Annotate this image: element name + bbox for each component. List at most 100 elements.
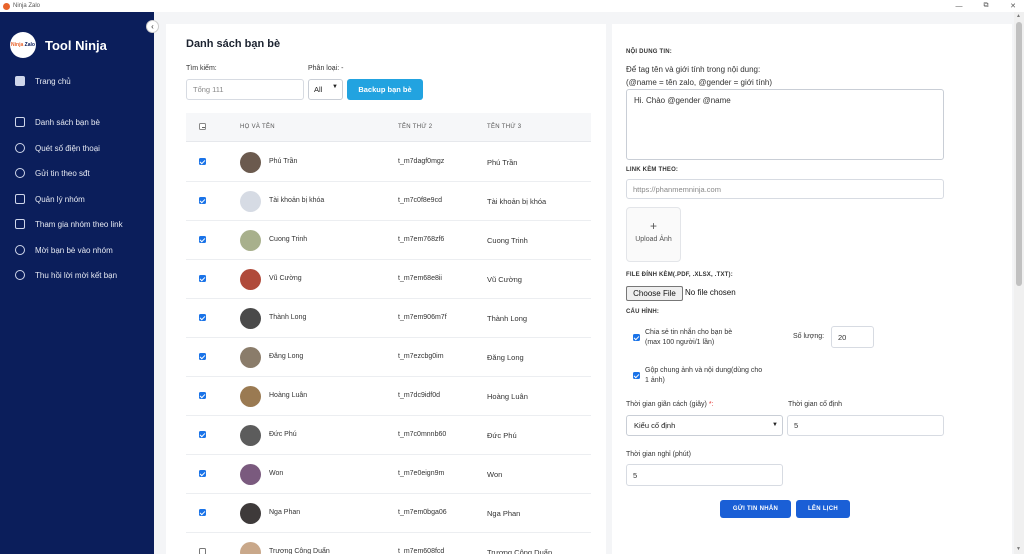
friend-name: Vũ Cường	[269, 275, 302, 282]
collapse-sidebar-button[interactable]: ‹	[146, 20, 159, 33]
friend-name3: Phú Trần	[487, 158, 518, 167]
row-checkbox[interactable]	[199, 431, 206, 438]
avatar	[240, 269, 261, 290]
page-title: Danh sách bạn bè	[186, 38, 281, 50]
interval-type-select[interactable]: Kiểu cố định ▼	[626, 415, 783, 436]
plus-icon: +	[649, 219, 657, 233]
friend-name2: t_m7em68e8ii	[398, 275, 442, 282]
row-checkbox[interactable]	[199, 275, 206, 282]
table-row[interactable]: Đăng Long t_m7ezcbg0im Đăng Long	[186, 338, 591, 377]
nav-label: Quét số điện thoại	[35, 143, 100, 153]
scroll-down-icon[interactable]: ▼	[1016, 546, 1021, 552]
table-row[interactable]: Hoàng Luân t_m7dc9idf0d Hoàng Luân	[186, 377, 591, 416]
backup-friends-button[interactable]: Backup bạn bè	[347, 79, 423, 100]
table-row[interactable]: Won t_m7e0eign9m Won	[186, 455, 591, 494]
avatar	[240, 191, 261, 212]
link-label: LINK KÈM THEO:	[626, 167, 679, 173]
table-row[interactable]: Cuong Trinh t_m7em768zf6 Cuong Trinh	[186, 221, 591, 260]
row-checkbox[interactable]	[199, 392, 206, 399]
table-row[interactable]: Thành Long t_m7em906m7f Thành Long	[186, 299, 591, 338]
nav-item-revoke-invites[interactable]: Thu hồi lời mời kết bạn	[15, 270, 117, 280]
row-checkbox[interactable]	[199, 470, 206, 477]
friend-name2: t_m7c0f8e9cd	[398, 197, 442, 204]
avatar	[240, 386, 261, 407]
avatar	[240, 230, 261, 251]
row-checkbox[interactable]	[199, 314, 206, 321]
table-header: HỌ VÀ TÊN TÊN THỨ 2 TÊN THỨ 3	[186, 113, 591, 142]
nav-item-join-group[interactable]: Tham gia nhóm theo link	[15, 219, 123, 229]
scroll-up-icon[interactable]: ▲	[1016, 13, 1021, 19]
fixed-time-label: Thời gian cố định	[788, 401, 843, 408]
nav-item-groups[interactable]: Quản lý nhóm	[15, 194, 85, 204]
table-row[interactable]: Trương Công Duẩn t_m7em608fcd Trương Công …	[186, 533, 591, 554]
page-scrollbar[interactable]: ▲ ▼	[1014, 12, 1024, 554]
friend-name2: t_m7dc9idf0d	[398, 392, 441, 399]
filter-select[interactable]: All ▼	[308, 79, 343, 100]
friend-name: Tài khoản bị khóa	[269, 197, 325, 204]
nav-item-home[interactable]: Trang chủ	[15, 76, 71, 86]
friend-name2: t_m7em906m7f	[398, 314, 447, 321]
merge-checkbox[interactable]	[633, 372, 640, 379]
friend-name2: t_m7em768zf6	[398, 236, 445, 243]
search-icon	[15, 143, 25, 153]
upload-image-button[interactable]: + Upload Ảnh	[626, 207, 681, 262]
share-checkbox[interactable]	[633, 334, 640, 341]
avatar	[240, 347, 261, 368]
file-status: No file chosen	[685, 288, 736, 297]
row-checkbox[interactable]	[199, 158, 206, 165]
chevron-down-icon: ▼	[772, 422, 778, 428]
window-titlebar: Ninja Zalo	[0, 0, 1024, 12]
avatar	[240, 152, 261, 173]
fixed-time-input[interactable]: 5	[787, 415, 944, 436]
row-checkbox[interactable]	[199, 548, 206, 554]
trend-icon	[15, 194, 25, 204]
quantity-input[interactable]: 20	[831, 326, 874, 348]
rest-time-input[interactable]: 5	[626, 464, 783, 486]
sidebar: Ninja Zalo Tool Ninja	[0, 12, 154, 554]
nav-item-invite-friends[interactable]: Mời bạn bè vào nhóm	[15, 245, 113, 255]
row-checkbox[interactable]	[199, 509, 206, 516]
scrollbar-thumb[interactable]	[1016, 22, 1022, 286]
search-input[interactable]: Tổng 111	[186, 79, 304, 100]
column-header[interactable]: TÊN THỨ 3	[487, 124, 521, 130]
table-row[interactable]: Tài khoản bị khóa t_m7c0f8e9cd Tài khoản b…	[186, 182, 591, 221]
column-header[interactable]: TÊN THỨ 2	[398, 124, 432, 130]
table-row[interactable]: Đức Phú t_m7c0mnnb60 Đức Phú	[186, 416, 591, 455]
nav-item-scan-phone[interactable]: Quét số điện thoại	[15, 143, 100, 153]
schedule-button[interactable]: LÊN LỊCH	[796, 500, 850, 518]
nav-item-friends[interactable]: Danh sách bạn bè	[15, 117, 100, 127]
row-checkbox[interactable]	[199, 353, 206, 360]
friend-name: Cuong Trinh	[269, 236, 308, 243]
quantity-label: Số lượng:	[793, 333, 825, 340]
restore-button[interactable]: ⧉	[979, 0, 993, 12]
table-row[interactable]: Phú Trần t_m7dagf0mgz Phú Trần	[186, 143, 591, 182]
group-icon	[15, 245, 25, 255]
choose-file-button[interactable]: Choose File	[626, 286, 683, 301]
link-input[interactable]: https://phanmemninja.com	[626, 179, 944, 199]
mail-icon	[15, 219, 25, 229]
friend-name3: Won	[487, 470, 503, 479]
friend-name: Đăng Long	[269, 353, 304, 360]
table-row[interactable]: Vũ Cường t_m7em68e8ii Vũ Cường	[186, 260, 591, 299]
row-checkbox[interactable]	[199, 236, 206, 243]
friend-name2: t_m7ezcbg0im	[398, 353, 444, 360]
row-checkbox[interactable]	[199, 197, 206, 204]
friend-name: Hoàng Luân	[269, 392, 308, 399]
minimize-button[interactable]: —	[952, 0, 966, 12]
table-row[interactable]: Nga Phan t_m7em0bga06 Nga Phan	[186, 494, 591, 533]
message-textarea[interactable]: Hi. Chào @gender @name	[626, 89, 944, 160]
friend-name2: t_m7em0bga06	[398, 509, 447, 516]
column-header[interactable]: HỌ VÀ TÊN	[240, 124, 275, 130]
select-all-checkbox[interactable]	[199, 123, 206, 130]
nav-item-send-by-phone[interactable]: Gửi tin theo sđt	[15, 168, 90, 178]
close-button[interactable]: ✕	[1006, 0, 1020, 12]
friend-name: Thành Long	[269, 314, 307, 321]
send-message-button[interactable]: GỬI TIN NHẮN	[720, 500, 791, 518]
nav-label: Trang chủ	[35, 76, 71, 86]
search-label: Tìm kiếm:	[186, 65, 217, 72]
friend-name3: Thành Long	[487, 314, 528, 323]
friend-name3: Trương Công Duẩn	[487, 548, 553, 554]
file-label: FILE ĐÍNH KÈM(.PDF, .XLSX, .TXT):	[626, 272, 733, 278]
rest-time-label: Thời gian nghỉ (phút)	[626, 451, 691, 458]
friend-name2: t_m7em608fcd	[398, 548, 445, 554]
